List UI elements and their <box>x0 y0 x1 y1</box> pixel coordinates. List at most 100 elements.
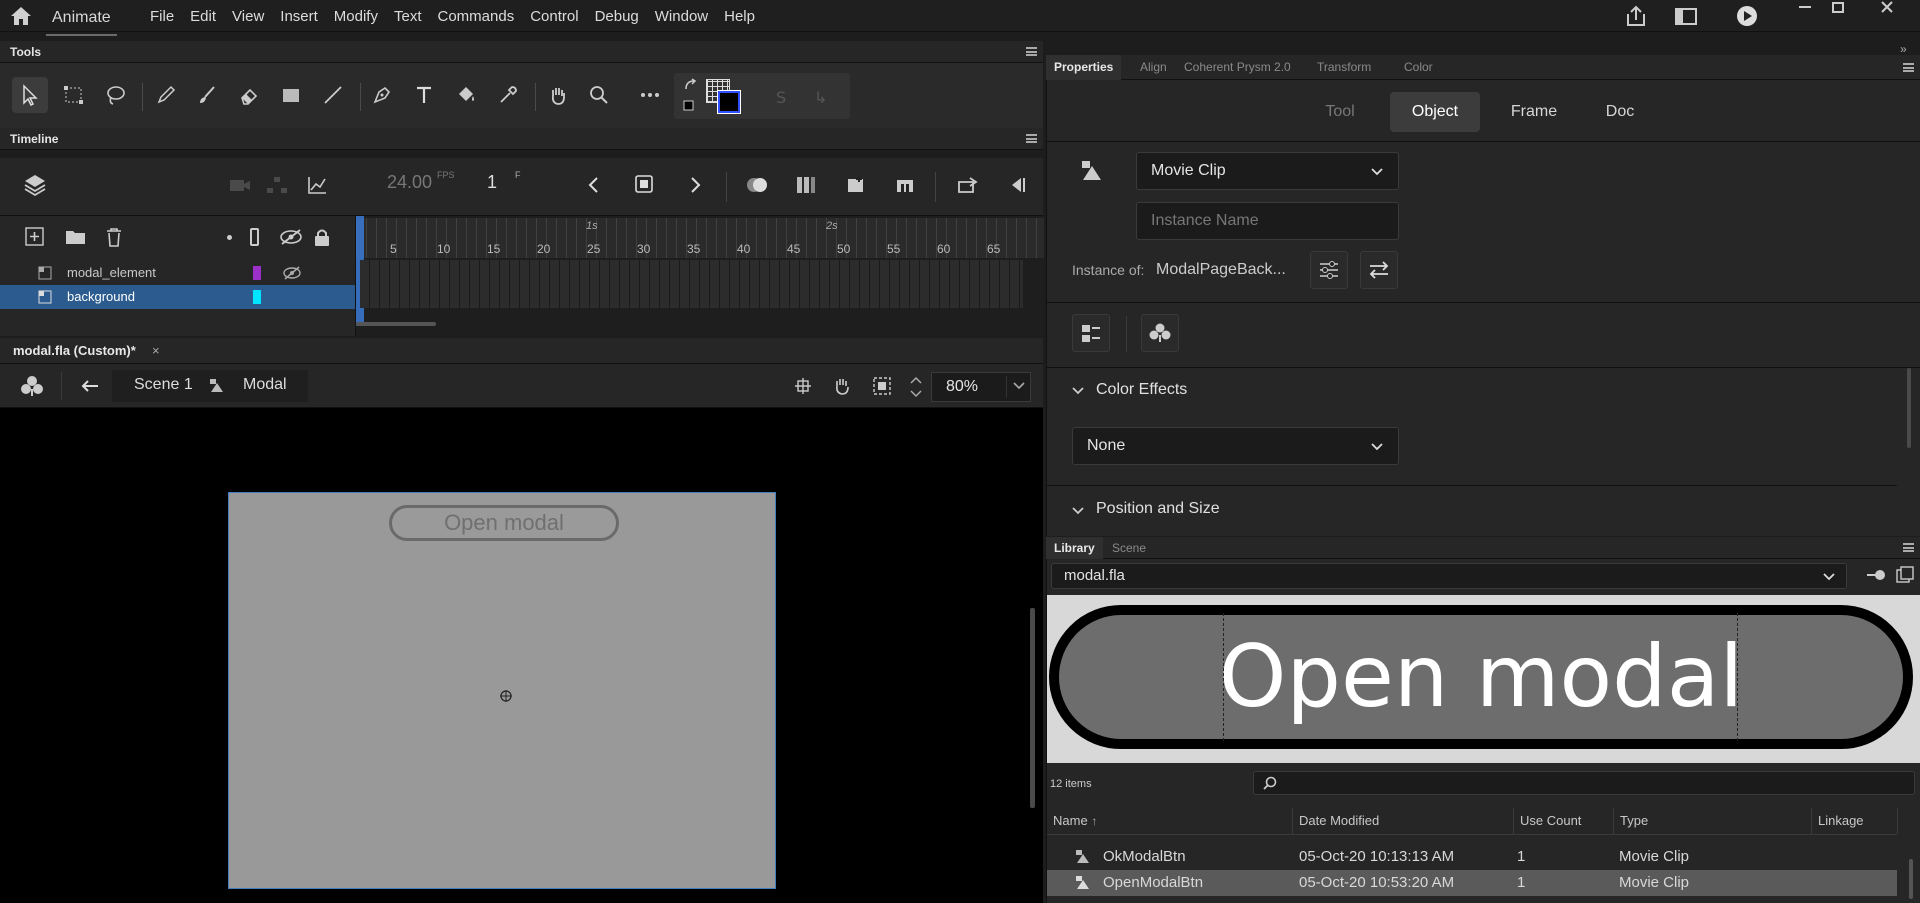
instance-of-value[interactable]: ModalPageBack... <box>1156 261 1286 279</box>
lock-all-layers-icon[interactable] <box>312 227 332 247</box>
zoom-stepper-icon[interactable] <box>907 373 925 401</box>
menu-modify[interactable]: Modify <box>334 8 378 25</box>
tab-coherent-prysm[interactable]: Coherent Prysm 2.0 <box>1176 55 1299 80</box>
hand-tool-icon[interactable] <box>540 77 576 113</box>
frame-ruler[interactable]: 1s 2s 5 10 15 20 25 30 35 40 45 50 55 60 65 <box>356 218 1044 258</box>
zoom-tool-icon[interactable] <box>581 77 617 113</box>
zoom-select[interactable]: 80% <box>931 372 1031 402</box>
symbol-icon[interactable] <box>20 374 44 398</box>
tab-scene[interactable]: Scene <box>1104 537 1154 559</box>
library-item-okmodalbtn[interactable]: OkModalBtn 05-Oct-20 10:13:13 AM 1 Movie… <box>1047 844 1897 870</box>
line-tool-icon[interactable] <box>315 77 351 113</box>
outline-layers-icon[interactable] <box>250 228 259 246</box>
free-transform-icon[interactable] <box>56 77 92 113</box>
go-to-first-frame-icon[interactable] <box>1006 174 1028 196</box>
collapse-panels-icon[interactable]: » <box>1900 42 1907 56</box>
layer-color-swatch[interactable] <box>253 266 261 280</box>
column-name[interactable]: Name ↑ <box>1047 808 1293 834</box>
highlight-layers-icon[interactable] <box>227 235 232 240</box>
layer-color-swatch[interactable] <box>253 290 261 304</box>
swap-symbol-icon[interactable] <box>1360 251 1398 289</box>
panel-menu-icon[interactable] <box>1903 63 1914 72</box>
rectangle-tool-icon[interactable] <box>273 77 309 113</box>
menu-debug[interactable]: Debug <box>595 8 639 25</box>
brush-icon[interactable] <box>189 77 225 113</box>
tab-align[interactable]: Align <box>1132 55 1175 80</box>
eraser-icon[interactable] <box>231 77 267 113</box>
share-icon[interactable] <box>1623 4 1649 28</box>
column-date-modified[interactable]: Date Modified <box>1293 808 1514 834</box>
insert-keyframe-icon[interactable] <box>894 174 916 196</box>
color-effects-title[interactable]: Color Effects <box>1096 381 1187 399</box>
symbol-type-select[interactable]: Movie Clip <box>1136 152 1399 190</box>
tab-properties[interactable]: Properties <box>1046 55 1122 80</box>
chevron-down-icon[interactable] <box>1071 506 1085 516</box>
menu-view[interactable]: View <box>232 8 264 25</box>
position-size-title[interactable]: Position and Size <box>1096 500 1220 518</box>
instance-name-field[interactable]: Instance Name <box>1136 202 1399 240</box>
layer-hidden-icon[interactable] <box>282 265 302 281</box>
test-movie-icon[interactable] <box>1734 4 1760 28</box>
pen-tool-icon[interactable] <box>364 77 400 113</box>
stage[interactable]: Open modal <box>228 492 776 889</box>
current-frame[interactable]: 1 <box>487 172 497 193</box>
selection-tool-icon[interactable] <box>12 77 48 113</box>
graph-icon[interactable] <box>306 174 328 196</box>
layer-row-modal-element[interactable]: modal_element <box>0 261 355 285</box>
panel-menu-icon[interactable] <box>1026 47 1037 56</box>
panel-menu-icon[interactable] <box>1026 134 1037 143</box>
segment-doc[interactable]: Doc <box>1593 92 1647 132</box>
layers-stack-icon[interactable] <box>22 172 48 198</box>
paint-bucket-icon[interactable] <box>448 77 484 113</box>
menu-insert[interactable]: Insert <box>280 8 318 25</box>
new-layer-icon[interactable] <box>24 226 46 248</box>
edit-symbol-icon[interactable] <box>1310 251 1348 289</box>
breadcrumb-scene[interactable]: Scene 1 <box>134 376 193 394</box>
frame-track-background[interactable] <box>360 284 1023 308</box>
pin-library-icon[interactable] <box>1865 567 1887 583</box>
loop-icon[interactable] <box>956 174 982 196</box>
next-frame-icon[interactable] <box>687 174 703 196</box>
insert-frame-icon[interactable] <box>845 174 867 196</box>
open-modal-button-instance[interactable]: Open modal <box>389 505 619 541</box>
home-icon[interactable] <box>8 4 36 28</box>
snap-icon[interactable]: S ↳ <box>774 87 834 107</box>
tab-color[interactable]: Color <box>1396 55 1441 80</box>
menu-commands[interactable]: Commands <box>438 8 515 25</box>
layer-parenting-icon[interactable] <box>266 176 288 194</box>
swap-colors-icon[interactable] <box>682 77 700 115</box>
close-icon[interactable] <box>1874 0 1900 24</box>
workspace-icon[interactable] <box>1673 4 1699 28</box>
pencil-icon[interactable] <box>148 77 184 113</box>
close-tab-icon[interactable]: × <box>152 338 160 364</box>
symbol-library-icon[interactable] <box>1141 314 1179 352</box>
new-library-panel-icon[interactable] <box>1895 565 1915 585</box>
properties-scrollbar[interactable] <box>1907 368 1911 448</box>
stop-icon[interactable] <box>634 174 656 196</box>
chevron-down-icon[interactable] <box>1071 386 1085 396</box>
segment-object[interactable]: Object <box>1390 92 1480 132</box>
more-tools-icon[interactable] <box>632 77 668 113</box>
text-tool-icon[interactable] <box>406 77 442 113</box>
menu-text[interactable]: Text <box>394 8 422 25</box>
restore-icon[interactable] <box>1826 0 1852 24</box>
minimize-icon[interactable] <box>1792 0 1818 24</box>
delete-layer-icon[interactable] <box>103 226 125 248</box>
layer-row-background[interactable]: background <box>0 285 355 309</box>
new-folder-icon[interactable] <box>64 226 88 248</box>
hide-all-layers-icon[interactable] <box>279 229 303 245</box>
library-document-select[interactable]: modal.fla <box>1051 563 1847 589</box>
column-type[interactable]: Type <box>1614 808 1812 834</box>
lasso-icon[interactable] <box>98 77 134 113</box>
column-linkage[interactable]: Linkage <box>1812 808 1898 834</box>
menu-help[interactable]: Help <box>724 8 755 25</box>
segment-tool[interactable]: Tool <box>1313 92 1367 132</box>
menu-edit[interactable]: Edit <box>190 8 216 25</box>
menu-window[interactable]: Window <box>655 8 708 25</box>
onion-skin-icon[interactable] <box>745 174 771 196</box>
tab-library[interactable]: Library <box>1046 537 1103 559</box>
color-effect-select[interactable]: None <box>1072 427 1399 465</box>
eyedropper-icon[interactable] <box>490 77 526 113</box>
fill-color-swatch[interactable] <box>717 90 741 114</box>
library-item-openmodalbtn[interactable]: OpenModalBtn 05-Oct-20 10:53:20 AM 1 Mov… <box>1047 870 1897 896</box>
